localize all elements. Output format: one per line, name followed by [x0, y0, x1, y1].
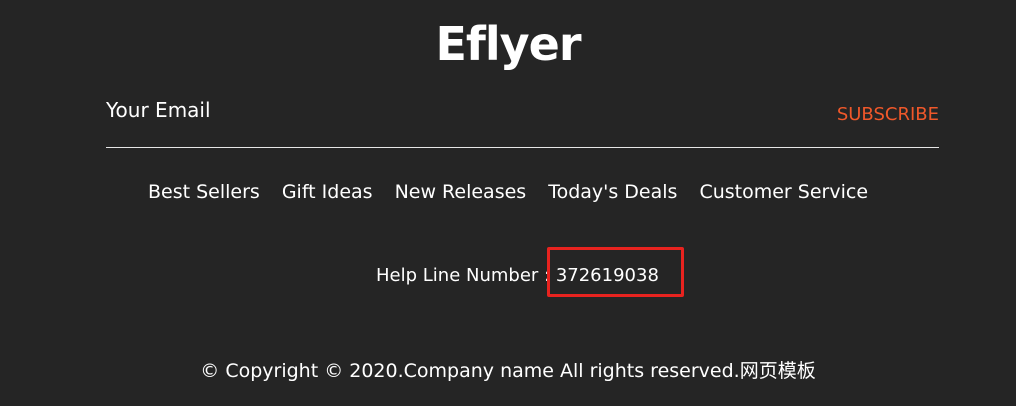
copyright-text: © Copyright © 2020.Company name All righ…: [200, 360, 816, 382]
subscribe-button[interactable]: SUBSCRIBE: [837, 103, 939, 127]
nav-link-best-sellers[interactable]: Best Sellers: [148, 178, 260, 206]
nav-link-new-releases[interactable]: New Releases: [395, 178, 527, 206]
footer-nav: Best Sellers Gift Ideas New Releases Tod…: [0, 178, 1016, 206]
nav-link-todays-deals[interactable]: Today's Deals: [548, 178, 677, 206]
help-line-number: 372619038: [555, 265, 659, 286]
nav-link-customer-service[interactable]: Customer Service: [699, 178, 868, 206]
brand-logo[interactable]: Eflyer: [0, 14, 1016, 74]
help-line: Help Line Number : 372619038: [376, 262, 659, 290]
help-line-separator: :: [538, 265, 556, 286]
newsletter-form: SUBSCRIBE: [106, 94, 939, 148]
help-line-label: Help Line Number: [376, 265, 539, 286]
email-field[interactable]: [106, 94, 706, 126]
nav-link-gift-ideas[interactable]: Gift Ideas: [282, 178, 373, 206]
